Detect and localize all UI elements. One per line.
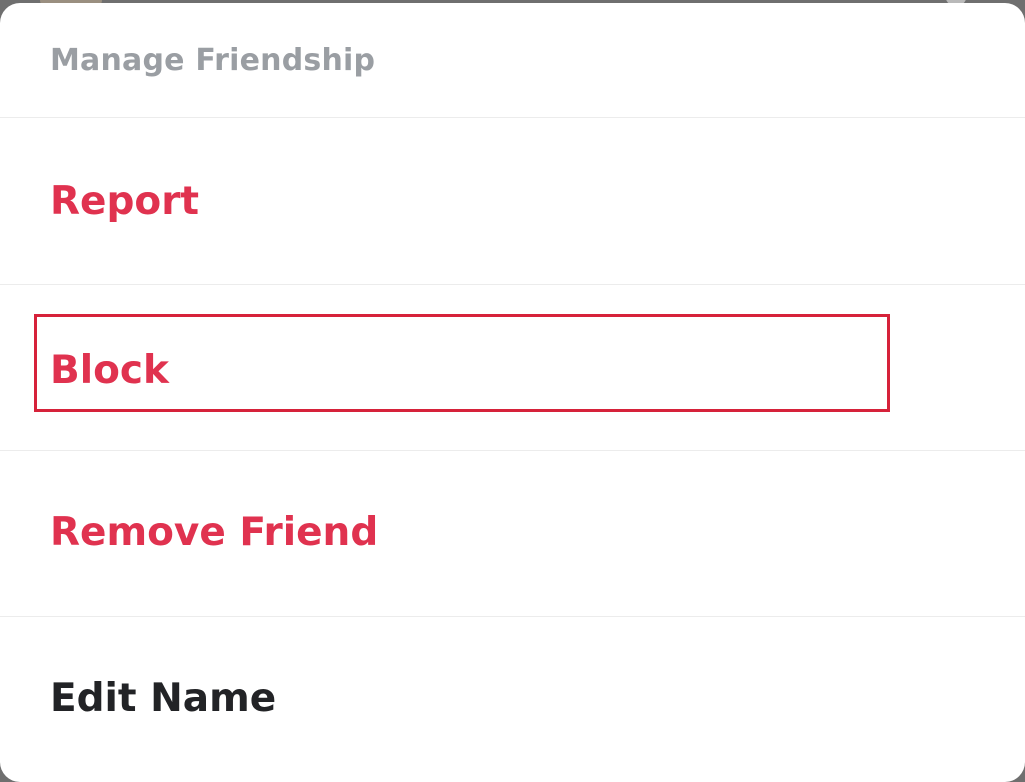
remove-friend-label: Remove Friend bbox=[50, 510, 379, 555]
report-label: Report bbox=[50, 179, 200, 224]
edit-name-option[interactable]: Edit Name bbox=[0, 617, 1025, 782]
manage-friendship-sheet: Manage Friendship Report Block Remove Fr… bbox=[0, 3, 1025, 782]
report-option[interactable]: Report bbox=[0, 119, 1025, 285]
sheet-header: Manage Friendship bbox=[0, 3, 1025, 118]
block-option[interactable]: Block bbox=[0, 285, 1025, 451]
sheet-title: Manage Friendship bbox=[50, 43, 376, 78]
remove-friend-option[interactable]: Remove Friend bbox=[0, 451, 1025, 617]
edit-name-label: Edit Name bbox=[50, 676, 277, 721]
block-label: Block bbox=[50, 348, 169, 393]
